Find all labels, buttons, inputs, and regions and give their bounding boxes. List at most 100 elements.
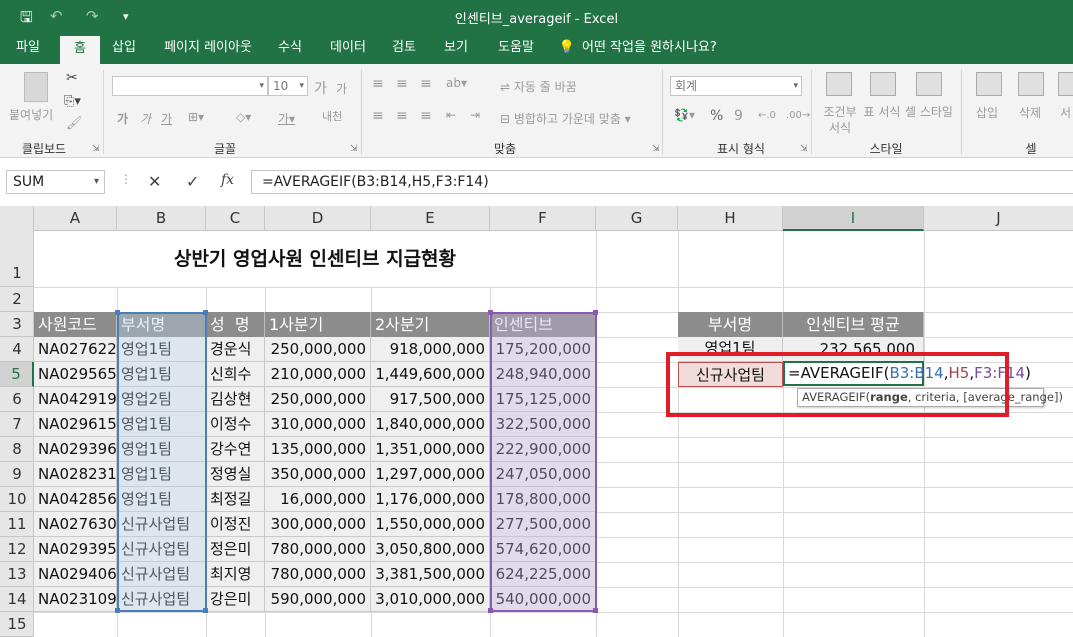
cell-q1[interactable]: 780,000,000 [265,562,371,587]
row-header[interactable]: 9 [0,462,34,487]
function-tooltip[interactable]: AVERAGEIF(range, criteria, [average_rang… [797,388,1063,407]
cell-employee-code[interactable]: NA029396 [34,437,117,462]
range-handle[interactable] [488,608,493,613]
row-header[interactable]: 3 [0,312,34,337]
cell-department[interactable]: 영업1팀 [117,487,206,512]
cell-q2[interactable]: 1,550,000,000 [371,512,490,537]
cell-q1[interactable]: 135,000,000 [265,437,371,462]
cell-incentive[interactable]: 322,500,000 [490,412,596,437]
cancel-icon[interactable]: ✕ [148,172,161,191]
row-header[interactable]: 5 [0,362,34,387]
cell-incentive[interactable]: 574,620,000 [490,537,596,562]
italic-button[interactable]: 가 [140,110,151,127]
grow-font-button[interactable]: 가 [314,78,327,98]
cell-q2[interactable]: 1,176,000,000 [371,487,490,512]
column-header-b[interactable]: B [117,206,206,231]
cell-q2[interactable]: 3,050,800,000 [371,537,490,562]
format-cells-button[interactable]: 서 [1060,104,1071,121]
format-as-table-icon[interactable] [870,72,896,96]
column-header-f[interactable]: F [490,206,596,231]
conditional-format-icon[interactable] [826,72,852,96]
cell-employee-code[interactable]: NA023109 [34,587,117,612]
cell-incentive[interactable]: 540,000,000 [490,587,596,612]
select-all-button[interactable] [0,206,34,231]
criteria-cell-h5[interactable]: 신규사업팀 [678,362,783,387]
cell-department[interactable]: 영업1팀 [117,437,206,462]
paste-button[interactable]: 붙여넣기 [9,106,53,123]
active-cell-i5[interactable]: =AVERAGEIF(B3:B14,H5,F3:F14) [783,361,1031,386]
tab-view[interactable]: 보기 [434,34,478,64]
number-format-combo[interactable]: 회계 ▾ [670,76,802,96]
column-header-a[interactable]: A [34,206,117,231]
column-header-e[interactable]: E [371,206,490,231]
wrap-text-button[interactable]: ⇌ 자동 줄 바꿈 [500,78,577,95]
font-size-combo[interactable]: 10 ▾ [268,76,308,96]
name-box[interactable]: SUM ▾ [6,170,105,194]
conditional-format-button[interactable]: 조건부 서식 [820,104,860,136]
cell-name[interactable]: 정은미 [206,537,265,562]
copy-icon[interactable]: ⎘▾ [64,94,81,109]
cell-name[interactable]: 이정수 [206,412,265,437]
align-bottom-icon[interactable]: ≡ [420,76,432,92]
range-handle[interactable] [488,310,493,315]
font-color-icon[interactable]: 가▾ [278,110,295,127]
tab-help[interactable]: 도움말 [488,34,544,64]
cell-department[interactable]: 영업1팀 [117,362,206,387]
cell-name[interactable]: 강수연 [206,437,265,462]
increase-indent-icon[interactable]: ⇥ [470,108,480,122]
row-header[interactable]: 4 [0,337,34,362]
cell-department[interactable]: 영업1팀 [117,337,206,362]
increase-decimal-button[interactable]: ←.0 [758,110,776,121]
cell-department[interactable]: 신규사업팀 [117,512,206,537]
clipboard-launcher-icon[interactable]: ⇲ [92,144,100,154]
tab-home[interactable]: 홈 [60,34,100,66]
row-header[interactable]: 10 [0,487,34,512]
cell-q2[interactable]: 1,351,000,000 [371,437,490,462]
cell-incentive[interactable]: 248,940,000 [490,362,596,387]
insert-cells-icon[interactable] [976,72,1002,96]
cell-name[interactable]: 신희수 [206,362,265,387]
format-painter-icon[interactable]: 🖌 [66,116,83,131]
cell-employee-code[interactable]: NA029615 [34,412,117,437]
cell-incentive[interactable]: 222,900,000 [490,437,596,462]
summary-dept-1[interactable]: 영업1팀 [678,337,783,362]
range-handle[interactable] [203,310,208,315]
summary-avg-1[interactable]: 232,565,000 [783,337,924,362]
cell-name[interactable]: 경운식 [206,337,265,362]
cell-name[interactable]: 정영실 [206,462,265,487]
cell-department[interactable]: 영업1팀 [117,462,206,487]
percent-style-button[interactable]: % [710,108,723,124]
tab-file[interactable]: 파일 [6,34,50,64]
cell-employee-code[interactable]: NA029395 [34,537,117,562]
header-name[interactable]: 성 명 [206,312,265,337]
accounting-format-icon[interactable]: 💱▾ [674,108,695,122]
merge-center-button[interactable]: ⊟ 병합하고 가운데 맞춤 ▾ [500,110,631,127]
cell-q1[interactable]: 16,000,000 [265,487,371,512]
cell-employee-code[interactable]: NA027622 [34,337,117,362]
formula-input[interactable]: =AVERAGEIF(B3:B14,H5,F3:F14) [251,170,1073,194]
comma-style-button[interactable]: 9 [734,108,743,124]
cell-employee-code[interactable]: NA028231 [34,462,117,487]
bold-button[interactable]: 가 [117,110,128,127]
align-middle-icon[interactable]: ≡ [396,76,408,92]
cell-incentive[interactable]: 175,125,000 [490,387,596,412]
cell-employee-code[interactable]: NA027630 [34,512,117,537]
cell-incentive[interactable]: 247,050,000 [490,462,596,487]
cell-name[interactable]: 최지영 [206,562,265,587]
header-department[interactable]: 부서명 [117,312,206,337]
column-header-j[interactable]: J [924,206,1073,231]
underline-button[interactable]: 가 [161,110,172,127]
column-header-g[interactable]: G [596,206,678,231]
cell-employee-code[interactable]: NA029565 [34,362,117,387]
row-header[interactable]: 15 [0,612,34,637]
cell-q2[interactable]: 1,449,600,000 [371,362,490,387]
font-name-combo[interactable]: ▾ [112,76,268,96]
summary-header-department[interactable]: 부서명 [678,312,783,337]
cell-department[interactable]: 신규사업팀 [117,562,206,587]
insert-cells-button[interactable]: 삽입 [976,104,998,121]
align-center-icon[interactable]: ≡ [396,108,408,124]
format-as-table-button[interactable]: 표 서식 [862,104,902,120]
align-left-icon[interactable]: ≡ [372,108,384,124]
row-header[interactable]: 11 [0,512,34,537]
cell-incentive[interactable]: 624,225,000 [490,562,596,587]
